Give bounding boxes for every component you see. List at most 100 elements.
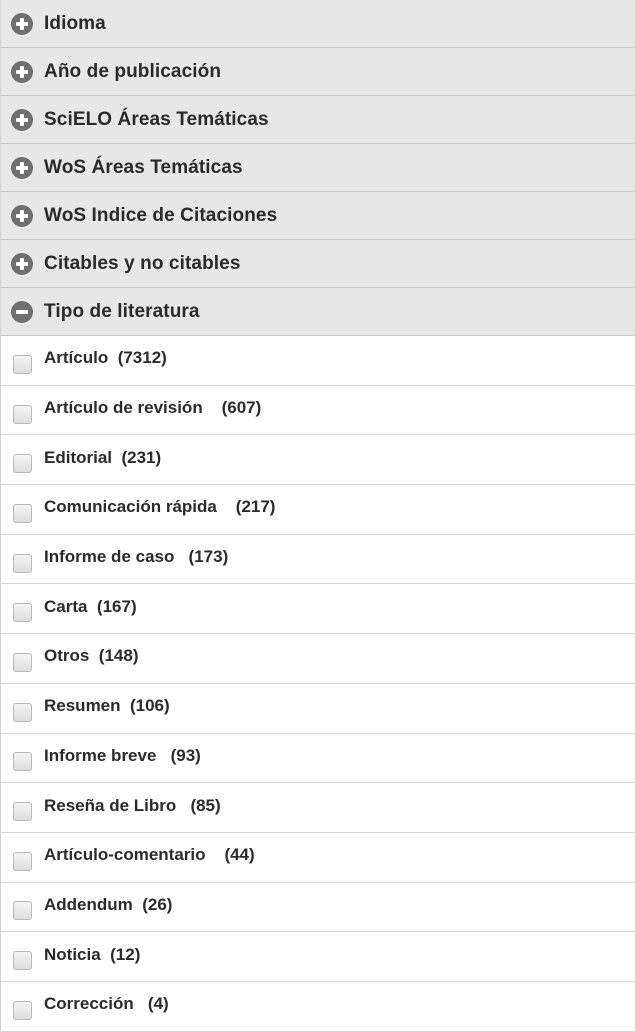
option-gap bbox=[112, 448, 121, 468]
facet-title: Año de publicación bbox=[44, 60, 222, 82]
plus-circle-icon bbox=[11, 252, 33, 275]
option-checkbox[interactable] bbox=[13, 851, 32, 871]
facet-title: WoS Indice de Citaciones bbox=[44, 204, 278, 226]
option-gap bbox=[121, 696, 130, 716]
facet-option-row[interactable]: Noticia (12) bbox=[1, 932, 635, 982]
plus-circle-icon bbox=[11, 156, 33, 179]
option-checkbox[interactable] bbox=[13, 702, 32, 722]
option-label: Otros bbox=[44, 646, 90, 666]
option-checkbox[interactable] bbox=[13, 603, 32, 623]
option-text: Informe de caso (173) bbox=[44, 547, 228, 567]
option-text: Informe breve (93) bbox=[44, 746, 201, 766]
facet-title: SciELO Áreas Temáticas bbox=[44, 108, 269, 130]
facet-header-idioma[interactable]: Idioma bbox=[1, 0, 635, 48]
facet-option-row[interactable]: Artículo de revisión (607) bbox=[1, 385, 635, 436]
facet-option-row[interactable]: Comunicación rápida (217) bbox=[1, 485, 635, 535]
facet-header-wos-indice-de-citaciones[interactable]: WoS Indice de Citaciones bbox=[1, 192, 635, 240]
facet-option-row[interactable]: Informe de caso (173) bbox=[1, 534, 635, 585]
option-checkbox[interactable] bbox=[13, 752, 32, 772]
facet-option-row[interactable]: Reseña de Libro (85) bbox=[1, 783, 635, 833]
option-checkbox[interactable] bbox=[13, 901, 32, 921]
facet-header-wos-áreas-temáticas[interactable]: WoS Áreas Temáticas bbox=[1, 144, 635, 192]
option-checkbox[interactable] bbox=[13, 354, 32, 374]
option-gap bbox=[174, 547, 188, 567]
option-checkbox[interactable] bbox=[13, 1000, 32, 1020]
option-count: (173) bbox=[188, 547, 229, 567]
plus-circle-icon bbox=[11, 60, 33, 83]
facet-title: WoS Áreas Temáticas bbox=[44, 156, 243, 178]
option-label: Reseña de Libro bbox=[44, 795, 177, 815]
option-count: (217) bbox=[235, 497, 276, 517]
option-count: (12) bbox=[110, 944, 141, 964]
option-text: Artículo de revisión (607) bbox=[44, 398, 261, 418]
plus-circle-icon bbox=[11, 204, 33, 227]
facet-option-row[interactable]: Addendum (26) bbox=[1, 882, 635, 933]
option-count: (85) bbox=[190, 795, 221, 815]
option-label: Resumen bbox=[44, 696, 121, 716]
option-gap bbox=[203, 398, 222, 418]
option-label: Artículo de revisión bbox=[44, 398, 203, 418]
option-gap bbox=[89, 646, 98, 666]
facet-option-row[interactable]: Informe breve (93) bbox=[1, 733, 635, 784]
option-count: (106) bbox=[129, 696, 170, 716]
option-label: Artículo-comentario bbox=[44, 845, 206, 865]
option-count: (607) bbox=[221, 398, 262, 418]
option-checkbox[interactable] bbox=[13, 553, 32, 573]
option-checkbox[interactable] bbox=[13, 652, 32, 672]
option-gap bbox=[133, 895, 142, 915]
option-count: (93) bbox=[170, 745, 201, 765]
facet-option-row[interactable]: Carta (167) bbox=[1, 584, 635, 635]
facet-header-tipo-de-literatura[interactable]: Tipo de literatura bbox=[1, 288, 635, 336]
option-gap bbox=[176, 796, 190, 816]
option-label: Artículo bbox=[44, 348, 109, 368]
option-label: Addendum bbox=[44, 894, 133, 914]
option-gap bbox=[87, 597, 96, 617]
option-text: Carta (167) bbox=[44, 597, 137, 617]
facet-title: Citables y no citables bbox=[44, 252, 241, 274]
option-text: Resumen (106) bbox=[44, 696, 170, 716]
facet-header-scielo-áreas-temáticas[interactable]: SciELO Áreas Temáticas bbox=[1, 96, 635, 144]
option-checkbox[interactable] bbox=[13, 802, 32, 822]
facet-option-row[interactable]: Otros (148) bbox=[1, 634, 635, 684]
option-count: (7312) bbox=[117, 348, 167, 368]
option-label: Editorial bbox=[44, 447, 113, 467]
option-text: Otros (148) bbox=[44, 646, 138, 666]
option-text: Artículo (7312) bbox=[44, 348, 167, 368]
option-label: Carta bbox=[44, 596, 88, 616]
option-label: Corrección bbox=[44, 994, 134, 1014]
option-label: Comunicación rápida bbox=[44, 497, 217, 517]
facet-header-año-de-publicación[interactable]: Año de publicación bbox=[1, 48, 635, 96]
option-text: Comunicación rápida (217) bbox=[44, 497, 275, 517]
facet-title: Tipo de literatura bbox=[44, 300, 200, 322]
option-count: (148) bbox=[98, 646, 139, 666]
option-gap bbox=[108, 348, 117, 368]
facet-option-row[interactable]: Editorial (231) bbox=[1, 435, 635, 486]
option-label: Informe de caso bbox=[44, 547, 175, 567]
option-text: Editorial (231) bbox=[44, 448, 161, 468]
facet-option-row[interactable]: Corrección (4) bbox=[1, 981, 635, 1032]
option-text: Noticia (12) bbox=[44, 945, 140, 965]
option-count: (26) bbox=[142, 894, 173, 914]
option-gap bbox=[206, 845, 225, 865]
option-checkbox[interactable] bbox=[13, 404, 32, 424]
option-count: (231) bbox=[121, 447, 162, 467]
tipo-de-literatura-options: Artículo (7312) Artículo de revisión (607… bbox=[1, 336, 635, 1032]
option-count: (44) bbox=[224, 845, 255, 865]
filter-facets-panel: Idioma Año de publicación SciELO Áreas Tem… bbox=[0, 0, 635, 1032]
option-gap bbox=[134, 994, 148, 1014]
option-checkbox[interactable] bbox=[13, 454, 32, 474]
facet-option-row[interactable]: Artículo-comentario (44) bbox=[1, 832, 635, 883]
option-text: Artículo-comentario (44) bbox=[44, 845, 255, 865]
option-text: Reseña de Libro (85) bbox=[44, 796, 221, 816]
option-gap bbox=[217, 497, 236, 517]
facet-header-citables-y-no-citables[interactable]: Citables y no citables bbox=[1, 240, 635, 288]
facet-option-row[interactable]: Artículo (7312) bbox=[1, 336, 635, 386]
option-count: (167) bbox=[96, 596, 137, 616]
option-checkbox[interactable] bbox=[13, 951, 32, 971]
facet-option-row[interactable]: Resumen (106) bbox=[1, 683, 635, 734]
option-label: Informe breve bbox=[44, 745, 157, 765]
option-checkbox[interactable] bbox=[13, 503, 32, 523]
option-label: Noticia bbox=[44, 944, 101, 964]
plus-circle-icon bbox=[11, 12, 33, 35]
minus-circle-icon bbox=[11, 300, 33, 323]
